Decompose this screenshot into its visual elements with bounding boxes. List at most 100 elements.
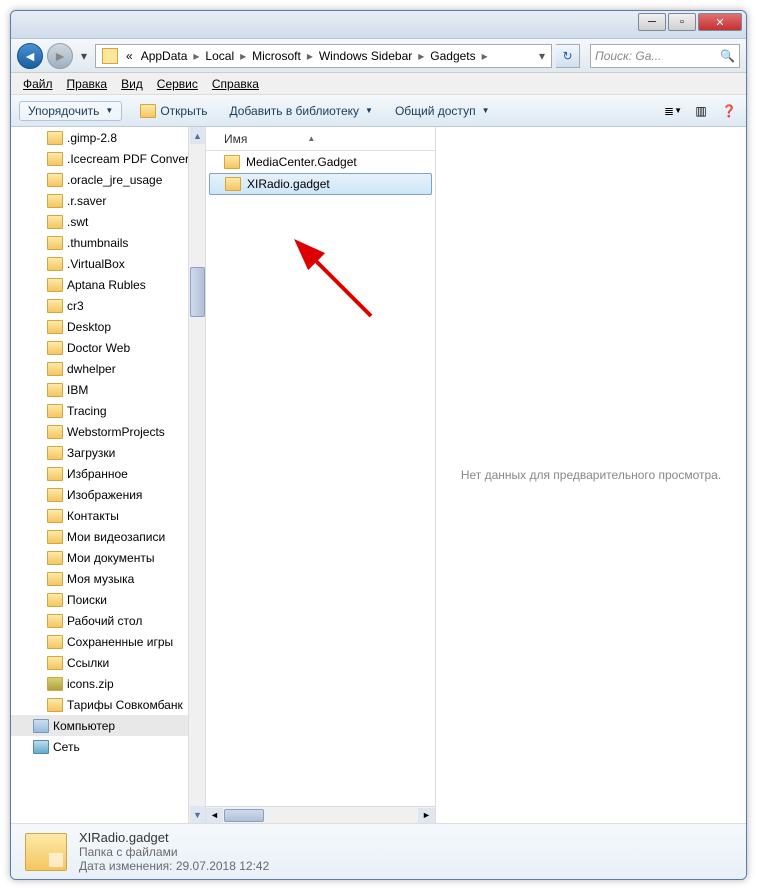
folder-icon [47,551,63,565]
titlebar[interactable]: ─ ▫ ✕ [11,11,746,39]
tree-item[interactable]: .swt [11,211,205,232]
tree-item[interactable]: .gimp-2.8 [11,127,205,148]
organize-button[interactable]: Упорядочить▼ [19,101,122,121]
tree-item[interactable]: Мои документы [11,547,205,568]
preview-pane-button[interactable]: ▥ [692,102,710,120]
tree-item[interactable]: Desktop [11,316,205,337]
tree-item-label: .Icecream PDF Conver [67,152,189,166]
file-item[interactable]: MediaCenter.Gadget [206,151,435,173]
file-item[interactable]: XIRadio.gadget [209,173,432,195]
tree-item[interactable]: Рабочий стол [11,610,205,631]
chevron-right-icon[interactable]: ▸ [480,49,490,63]
file-name: MediaCenter.Gadget [246,155,357,169]
breadcrumb-item[interactable]: Windows Sidebar [315,49,416,63]
breadcrumb-item[interactable]: Gadgets [426,49,479,63]
search-input[interactable]: Поиск: Ga... 🔍 [590,44,740,68]
tree-item[interactable]: Aptana Rubles [11,274,205,295]
navbar: ◄ ► ▾ « AppData▸ Local▸ Microsoft▸ Windo… [11,39,746,73]
tree-item[interactable]: .r.saver [11,190,205,211]
address-dropdown[interactable]: ▾ [535,49,549,63]
menu-edit[interactable]: Правка [61,75,114,93]
mon-icon [33,719,49,733]
tree-item[interactable]: .thumbnails [11,232,205,253]
tree-item[interactable]: cr3 [11,295,205,316]
breadcrumb-item[interactable]: Microsoft [248,49,305,63]
history-dropdown[interactable]: ▾ [77,46,91,66]
details-pane: XIRadio.gadget Папка с файлами Дата изме… [11,823,746,879]
tree-item[interactable]: .Icecream PDF Conver [11,148,205,169]
tree-item[interactable]: Изображения [11,484,205,505]
folder-icon [47,446,63,460]
file-list[interactable]: Имя▲ MediaCenter.Gadget XIRadio.gadget ◄ … [206,127,436,823]
tree-item[interactable]: dwhelper [11,358,205,379]
chevron-right-icon[interactable]: ▸ [305,49,315,63]
forward-button[interactable]: ► [47,43,73,69]
search-placeholder: Поиск: Ga... [595,49,661,63]
tree-item[interactable]: Поиски [11,589,205,610]
tree-item[interactable]: Ссылки [11,652,205,673]
open-button[interactable]: Открыть [136,102,211,120]
search-icon[interactable]: 🔍 [720,49,735,63]
scrollbar-thumb[interactable] [190,267,205,317]
tree-item[interactable]: Мои видеозаписи [11,526,205,547]
folder-tree[interactable]: .gimp-2.8 .Icecream PDF Conver .oracle_jre… [11,127,206,823]
chevron-right-icon[interactable]: ▸ [238,49,248,63]
folder-icon [47,236,63,250]
back-button[interactable]: ◄ [17,43,43,69]
menu-view[interactable]: Вид [115,75,149,93]
breadcrumb-item[interactable]: AppData [137,49,192,63]
folder-open-icon [140,104,156,118]
tree-item-label: Сохраненные игры [67,635,173,649]
tree-item[interactable]: Загрузки [11,442,205,463]
breadcrumb-overflow[interactable]: « [122,49,137,63]
address-bar[interactable]: « AppData▸ Local▸ Microsoft▸ Windows Sid… [95,44,552,68]
tree-item[interactable]: Компьютер [11,715,205,736]
folder-icon [47,173,63,187]
tree-item[interactable]: Контакты [11,505,205,526]
chevron-right-icon[interactable]: ▸ [416,49,426,63]
share-button[interactable]: Общий доступ▼ [391,102,494,120]
tree-item[interactable]: Doctor Web [11,337,205,358]
menu-tools[interactable]: Сервис [151,75,204,93]
scrollbar-thumb[interactable] [224,809,264,822]
help-button[interactable]: ❓ [720,102,738,120]
menu-file[interactable]: Файл [17,75,59,93]
menubar: Файл Правка Вид Сервис Справка [11,73,746,95]
tree-item[interactable]: WebstormProjects [11,421,205,442]
folder-icon [47,467,63,481]
tree-item[interactable]: Тарифы Совкомбанк [11,694,205,715]
tree-item-label: Сеть [53,740,80,754]
minimize-button[interactable]: ─ [638,13,666,31]
tree-item-label: Избранное [67,467,128,481]
tree-item[interactable]: Моя музыка [11,568,205,589]
close-button[interactable]: ✕ [698,13,742,31]
tree-item-label: cr3 [67,299,84,313]
folder-icon [47,404,63,418]
folder-icon [225,177,241,191]
vertical-scrollbar[interactable]: ▲ ▼ [188,127,205,823]
scroll-down-icon[interactable]: ▼ [190,806,205,823]
breadcrumb-item[interactable]: Local [201,49,238,63]
view-mode-button[interactable]: ≣ ▼ [664,102,682,120]
tree-item[interactable]: Сохраненные игры [11,631,205,652]
folder-icon [47,593,63,607]
horizontal-scrollbar[interactable]: ◄ ► [206,806,435,823]
details-type: Папка с файлами [79,845,269,859]
scroll-up-icon[interactable]: ▲ [190,127,205,144]
chevron-right-icon[interactable]: ▸ [191,49,201,63]
tree-item[interactable]: .oracle_jre_usage [11,169,205,190]
tree-item[interactable]: Избранное [11,463,205,484]
tree-item-label: icons.zip [67,677,114,691]
tree-item[interactable]: icons.zip [11,673,205,694]
tree-item[interactable]: Сеть [11,736,205,757]
add-library-button[interactable]: Добавить в библиотеку▼ [225,102,376,120]
tree-item[interactable]: Tracing [11,400,205,421]
refresh-button[interactable]: ↻ [556,44,580,68]
maximize-button[interactable]: ▫ [668,13,696,31]
column-header-name[interactable]: Имя▲ [206,127,435,151]
tree-item[interactable]: .VirtualBox [11,253,205,274]
tree-item[interactable]: IBM [11,379,205,400]
scroll-left-icon[interactable]: ◄ [206,808,223,823]
menu-help[interactable]: Справка [206,75,265,93]
scroll-right-icon[interactable]: ► [418,808,435,823]
